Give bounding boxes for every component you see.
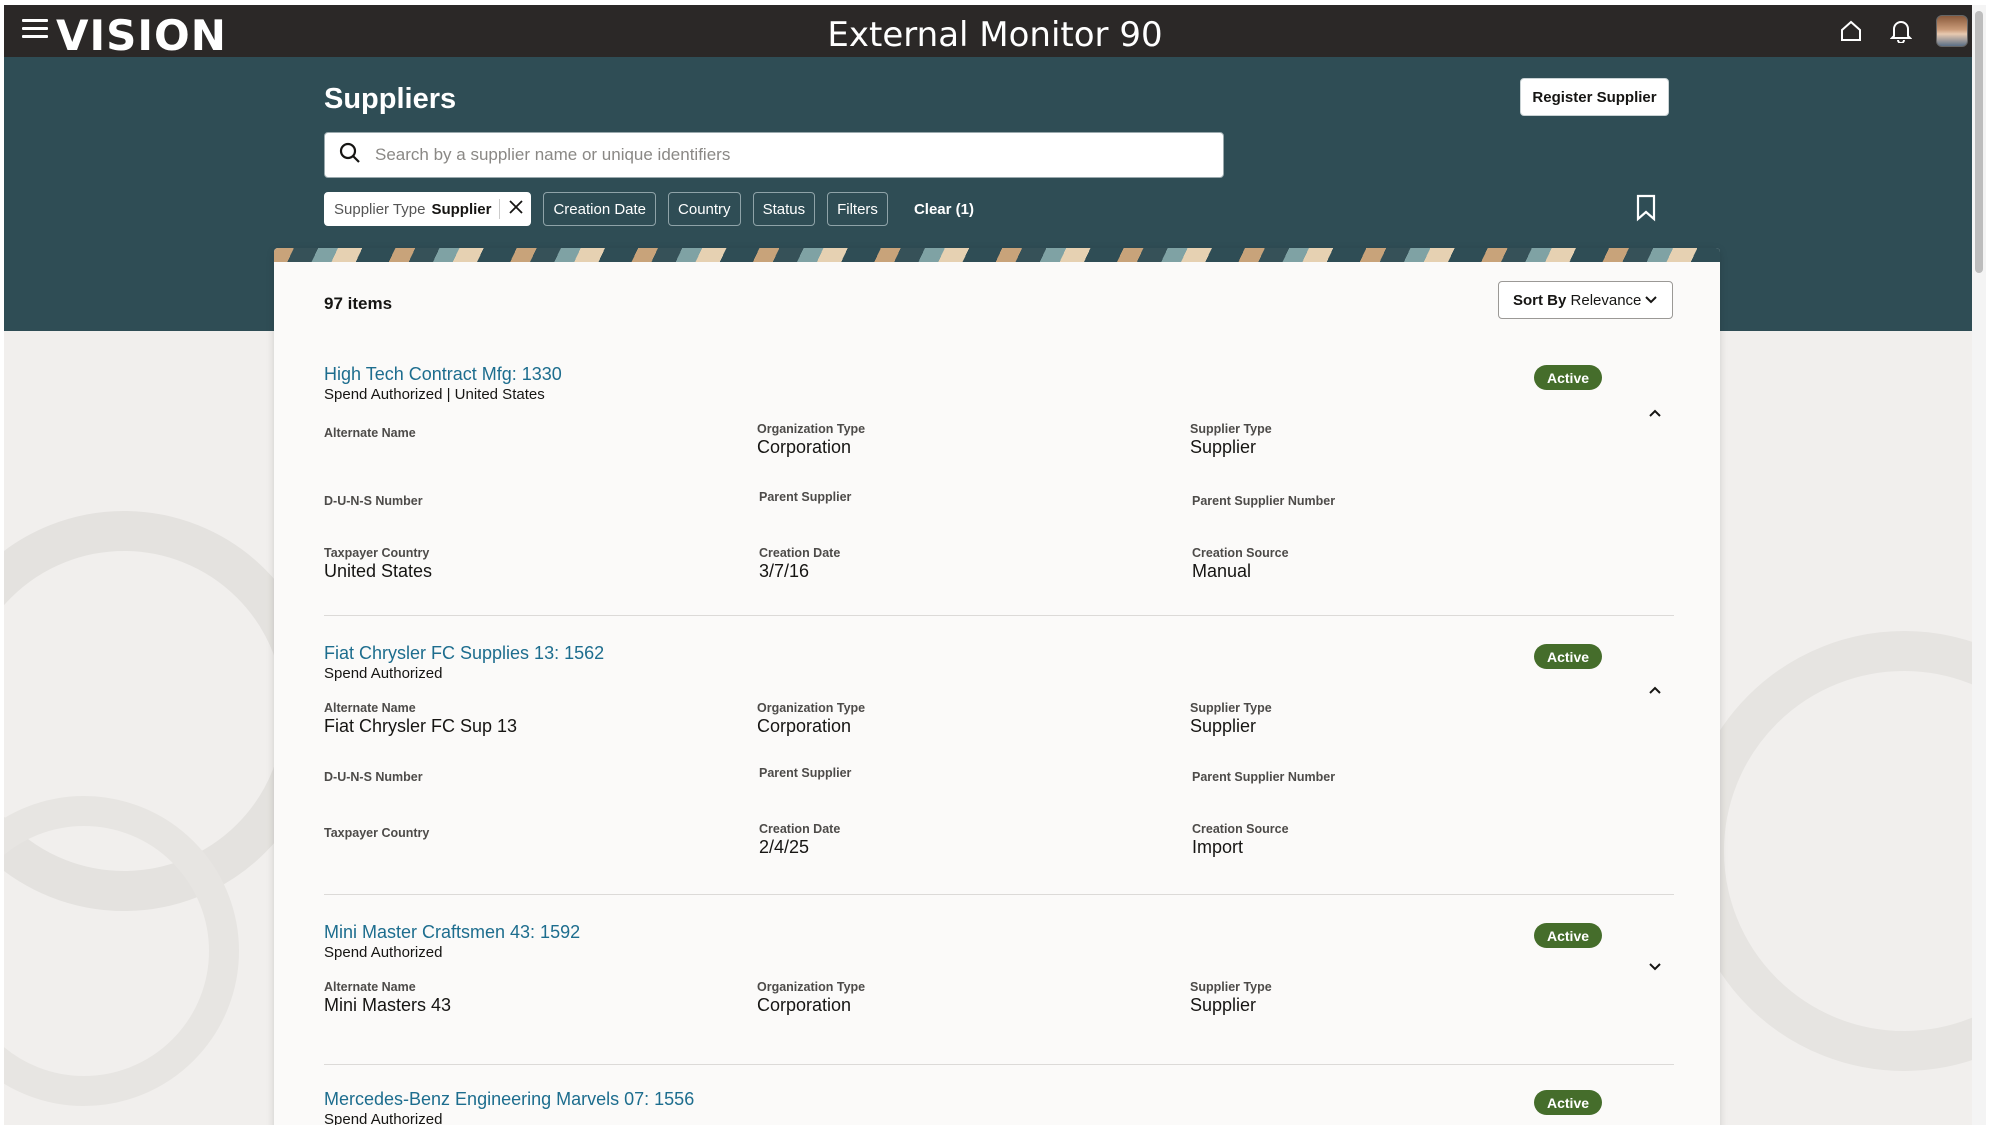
bookmark-icon[interactable]	[1634, 194, 1660, 224]
filter-chip-label: Supplier Type	[334, 200, 426, 218]
duns-number-field: D-U-N-S Number	[324, 494, 423, 508]
supplier-subtitle: Spend Authorized	[324, 944, 443, 961]
creation-date-field: Creation Date 3/7/16	[759, 546, 841, 581]
supplier-subtitle: Spend Authorized | United States	[324, 386, 545, 403]
taxpayer-country-field: Taxpayer Country United States	[324, 546, 433, 581]
filter-chip-supplier-type[interactable]: Supplier Type Supplier	[324, 192, 532, 226]
parent-supplier-number-field: Parent Supplier Number	[1192, 770, 1336, 784]
chevron-up-icon[interactable]	[1644, 679, 1666, 701]
supplier-record: High Tech Contract Mfg: 1330 Spend Autho…	[324, 364, 1674, 616]
supplier-subtitle: Spend Authorized	[324, 1111, 443, 1125]
taxpayer-country-field: Taxpayer Country	[324, 826, 430, 840]
global-header: VISION External Monitor 90	[4, 5, 1986, 60]
organization-type-field: Organization Type Corporation	[757, 422, 866, 457]
parent-supplier-number-field: Parent Supplier Number	[1192, 494, 1336, 508]
supplier-record: Mercedes-Benz Engineering Marvels 07: 15…	[324, 1089, 1674, 1125]
supplier-type-field: Supplier Type Supplier	[1190, 422, 1272, 457]
app-title: External Monitor 90	[827, 15, 1163, 55]
chip-divider	[499, 199, 501, 219]
decorative-banner	[274, 248, 1720, 262]
alternate-name-field: Alternate Name Fiat Chrysler FC Sup 13	[324, 701, 518, 736]
scrollbar-thumb[interactable]	[1975, 11, 1983, 273]
filter-chip-country[interactable]: Country	[668, 192, 741, 226]
supplier-name-link[interactable]: High Tech Contract Mfg: 1330	[324, 364, 562, 385]
close-icon[interactable]	[508, 199, 524, 219]
creation-date-field: Creation Date 2/4/25	[759, 822, 841, 857]
status-badge: Active	[1534, 644, 1603, 669]
status-badge: Active	[1534, 1090, 1603, 1115]
chevron-down-icon	[1644, 292, 1658, 309]
chevron-up-icon[interactable]	[1644, 402, 1666, 424]
supplier-name-link[interactable]: Mercedes-Benz Engineering Marvels 07: 15…	[324, 1089, 694, 1110]
filter-chip-creation-date[interactable]: Creation Date	[543, 192, 657, 226]
page-title: Suppliers	[324, 83, 457, 115]
search-bar	[324, 132, 1224, 178]
parent-supplier-field: Parent Supplier	[759, 490, 852, 504]
search-input[interactable]	[375, 145, 1223, 165]
home-icon[interactable]	[1836, 16, 1866, 46]
clear-filters-link[interactable]: Clear (1)	[914, 201, 974, 218]
search-icon	[339, 142, 361, 169]
status-badge: Active	[1534, 365, 1603, 390]
filter-chips: Supplier Type Supplier Creation Date Cou…	[324, 192, 974, 226]
parent-supplier-field: Parent Supplier	[759, 766, 852, 780]
creation-source-field: Creation Source Import	[1192, 822, 1289, 857]
sort-dropdown[interactable]: Sort By Relevance	[1498, 281, 1673, 319]
chevron-down-icon[interactable]	[1644, 956, 1666, 978]
page-scrollbar[interactable]	[1972, 5, 1986, 1125]
supplier-name-link[interactable]: Mini Master Craftsmen 43: 1592	[324, 922, 580, 943]
supplier-subtitle: Spend Authorized	[324, 665, 443, 682]
status-badge: Active	[1534, 923, 1603, 948]
filter-chip-status[interactable]: Status	[752, 192, 816, 226]
alternate-name-field: Alternate Name	[324, 426, 416, 440]
supplier-name-link[interactable]: Fiat Chrysler FC Supplies 13: 1562	[324, 643, 604, 664]
supplier-record: Mini Master Craftsmen 43: 1592 Spend Aut…	[324, 922, 1674, 1065]
alternate-name-field: Alternate Name Mini Masters 43	[324, 980, 452, 1015]
user-avatar[interactable]	[1936, 15, 1968, 47]
results-card: 97 items Sort By Relevance High Tech Con…	[274, 248, 1720, 1125]
creation-source-field: Creation Source Manual	[1192, 546, 1289, 581]
organization-type-field: Organization Type Corporation	[757, 980, 866, 1015]
items-count: 97 items	[324, 294, 393, 313]
sort-value: Relevance	[1570, 291, 1642, 309]
bell-icon[interactable]	[1886, 16, 1916, 46]
organization-type-field: Organization Type Corporation	[757, 701, 866, 736]
filter-chip-filters[interactable]: Filters	[827, 192, 888, 226]
app-window: VISION External Monitor 90 Suppliers Reg…	[4, 5, 1986, 1125]
duns-number-field: D-U-N-S Number	[324, 770, 423, 784]
supplier-type-field: Supplier Type Supplier	[1190, 980, 1272, 1015]
supplier-type-field: Supplier Type Supplier	[1190, 701, 1272, 736]
filter-chip-value: Supplier	[431, 200, 492, 218]
sort-prefix: Sort By	[1513, 291, 1567, 309]
supplier-record: Fiat Chrysler FC Supplies 13: 1562 Spend…	[324, 643, 1674, 895]
register-supplier-button[interactable]: Register Supplier	[1520, 78, 1669, 116]
